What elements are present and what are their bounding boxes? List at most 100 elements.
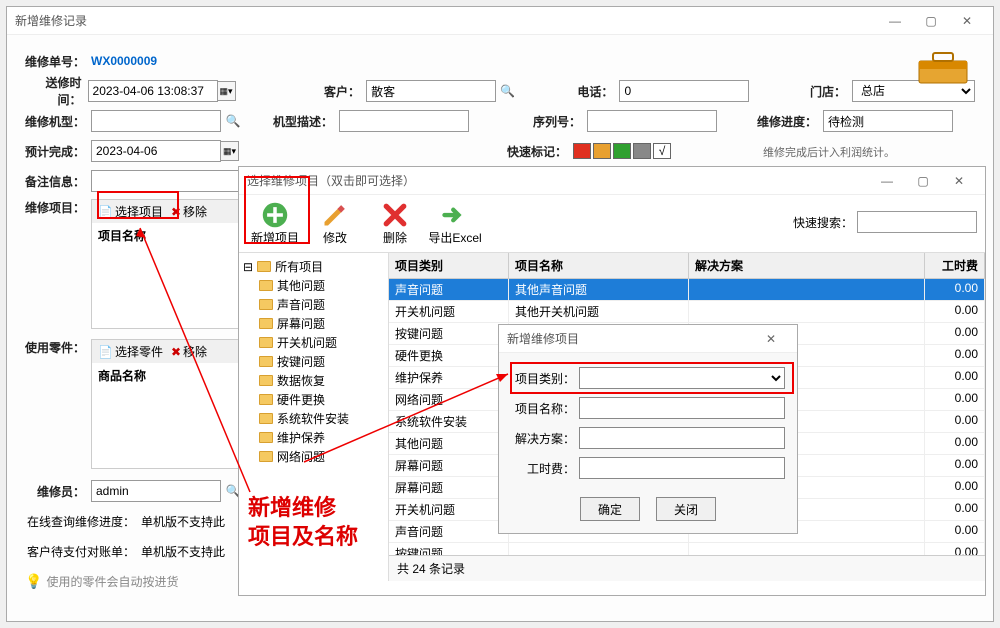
model-desc-label: 机型描述：: [273, 113, 333, 130]
search-icon[interactable]: 🔍: [223, 111, 243, 131]
tree-item[interactable]: 维护保养: [243, 428, 384, 447]
tree-item[interactable]: 系统软件安装: [243, 409, 384, 428]
close-button[interactable]: ✕: [949, 10, 985, 32]
send-time-input[interactable]: [88, 80, 218, 102]
remove-icon: ✖: [171, 205, 181, 219]
main-title: 新增维修记录: [15, 12, 877, 29]
select-part-button[interactable]: 📄选择零件: [98, 343, 163, 360]
remove-part-button[interactable]: ✖移除: [171, 343, 207, 360]
dlg2-title: 选择维修项目（双击即可选择）: [247, 172, 869, 189]
parts-tip: 使用的零件会自动按进货: [46, 573, 178, 590]
tree-item[interactable]: 其他问题: [243, 276, 384, 295]
online-query-value: 单机版不支持此: [141, 513, 225, 530]
toolbox-icon: [913, 47, 973, 87]
select-item-button[interactable]: 📄选择项目: [98, 203, 163, 220]
model-desc-input[interactable]: [339, 110, 469, 132]
folder-icon: [259, 337, 273, 348]
grid-header: 项目类别 项目名称 解决方案 工时费: [389, 253, 985, 279]
tree-item[interactable]: 声音问题: [243, 295, 384, 314]
folder-icon: [259, 394, 273, 405]
tree-item[interactable]: 硬件更换: [243, 390, 384, 409]
mark-red[interactable]: [573, 143, 591, 159]
remove-item-button[interactable]: ✖移除: [171, 203, 207, 220]
quick-search-label: 快速搜索：: [793, 214, 853, 231]
calendar-icon[interactable]: ▦▾: [218, 81, 236, 101]
wait-pay-label: 客户待支付对账单：: [25, 543, 135, 560]
calendar-icon[interactable]: ▦▾: [221, 141, 239, 161]
tree-item[interactable]: 网络问题: [243, 447, 384, 466]
minimize-button[interactable]: ―: [869, 170, 905, 192]
add-item-button[interactable]: 新增项目: [247, 201, 303, 246]
table-row[interactable]: 开关机问题其他开关机问题0.00: [389, 301, 985, 323]
progress-label: 维修进度：: [757, 113, 817, 130]
order-no-label: 维修单号：: [25, 53, 85, 70]
table-row[interactable]: 声音问题其他声音问题0.00: [389, 279, 985, 301]
dlg3-sol-input[interactable]: [579, 427, 785, 449]
mark-orange[interactable]: [593, 143, 611, 159]
online-query-label: 在线查询维修进度：: [25, 513, 135, 530]
dlg3-cat-label: 项目类别：: [511, 370, 575, 387]
cancel-button[interactable]: 关闭: [656, 497, 716, 521]
table-row[interactable]: 按键问题0.00: [389, 543, 985, 555]
staff-input[interactable]: [91, 480, 221, 502]
minimize-button[interactable]: ―: [877, 10, 913, 32]
model-label: 维修机型：: [25, 113, 85, 130]
tree-item[interactable]: 开关机问题: [243, 333, 384, 352]
edit-item-button[interactable]: 修改: [307, 201, 363, 246]
maximize-button[interactable]: ▢: [905, 170, 941, 192]
search-icon[interactable]: 🔍: [498, 81, 517, 101]
mark-green[interactable]: [613, 143, 631, 159]
customer-input[interactable]: [366, 80, 496, 102]
serial-input[interactable]: [587, 110, 717, 132]
repair-items-label: 维修项目：: [25, 199, 85, 216]
delete-icon: [381, 201, 409, 229]
delete-item-button[interactable]: 删除: [367, 201, 423, 246]
plus-circle-icon: [261, 201, 289, 229]
dlg3-name-input[interactable]: [579, 397, 785, 419]
add-item-dialog: 新增维修项目 ✕ 项目类别： 项目名称： 解决方案： 工时费： 确定 关闭: [498, 324, 798, 534]
dlg3-cat-select[interactable]: [579, 367, 785, 389]
dlg3-title: 新增维修项目: [507, 330, 753, 347]
phone-input[interactable]: [619, 80, 749, 102]
expect-label: 预计完成：: [25, 143, 85, 160]
folder-icon: [259, 375, 273, 386]
close-button[interactable]: ✕: [753, 328, 789, 350]
main-titlebar: 新增维修记录 ― ▢ ✕: [7, 7, 993, 35]
folder-icon: [259, 451, 273, 462]
doc-plus-icon: 📄: [98, 345, 113, 359]
remark-input[interactable]: [91, 170, 241, 192]
ok-button[interactable]: 确定: [580, 497, 640, 521]
bulb-icon: 💡: [25, 573, 42, 590]
dlg3-fee-input[interactable]: [579, 457, 785, 479]
dlg3-sol-label: 解决方案：: [511, 430, 575, 447]
send-time-label: 送修时间：: [25, 74, 82, 108]
tree-item[interactable]: 屏幕问题: [243, 314, 384, 333]
wait-pay-value: 单机版不支持此: [141, 543, 225, 560]
use-parts-label: 使用零件：: [25, 339, 85, 356]
tree-item[interactable]: 数据恢复: [243, 371, 384, 390]
tree-collapse-icon[interactable]: ⊟: [243, 260, 253, 274]
profit-note: 维修完成后计入利润统计。: [763, 144, 895, 160]
folder-icon: [259, 432, 273, 443]
grid-footer: 共 24 条记录: [389, 555, 985, 581]
quick-search-input[interactable]: [857, 211, 977, 233]
mark-gray[interactable]: [633, 143, 651, 159]
tree-item[interactable]: 按键问题: [243, 352, 384, 371]
folder-icon: [259, 299, 273, 310]
progress-input[interactable]: [823, 110, 953, 132]
order-no-value: WX0000009: [91, 54, 157, 68]
dlg3-name-label: 项目名称：: [511, 400, 575, 417]
annotation-text: 新增维修 项目及名称: [248, 494, 358, 551]
export-excel-button[interactable]: 导出Excel: [427, 201, 483, 246]
expect-input[interactable]: [91, 140, 221, 162]
quickmark-label: 快速标记：: [503, 143, 567, 160]
dlg3-fee-label: 工时费：: [511, 460, 575, 477]
remove-icon: ✖: [171, 345, 181, 359]
model-input[interactable]: [91, 110, 221, 132]
maximize-button[interactable]: ▢: [913, 10, 949, 32]
mark-check[interactable]: √: [653, 143, 671, 159]
close-button[interactable]: ✕: [941, 170, 977, 192]
customer-label: 客户：: [304, 83, 361, 100]
doc-plus-icon: 📄: [98, 205, 113, 219]
folder-icon: [257, 261, 271, 272]
